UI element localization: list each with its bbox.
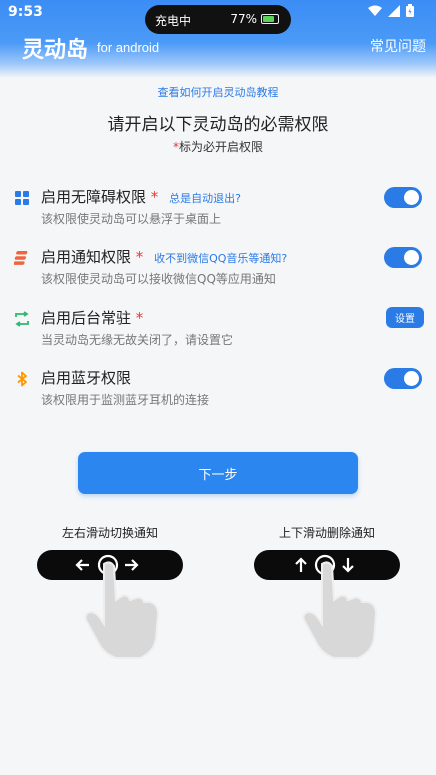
wifi-icon bbox=[368, 5, 382, 16]
permission-title-text: 启用蓝牙权限 bbox=[41, 369, 132, 387]
notification-toggle[interactable] bbox=[384, 247, 422, 268]
permission-notification: 启用通知权限 * 收不到微信QQ音乐等通知? 该权限使灵动岛可以接收微信QQ等应… bbox=[0, 246, 436, 296]
faq-link[interactable]: 常见问题 bbox=[370, 36, 426, 56]
app-subtitle: for android bbox=[97, 40, 160, 55]
page-title: 请开启以下灵动岛的必需权限 bbox=[107, 115, 329, 135]
battery-status-icon bbox=[406, 4, 414, 17]
gesture-label-vertical: 上下滑动删除通知 bbox=[278, 526, 375, 540]
grid-icon bbox=[15, 191, 29, 205]
accessibility-toggle[interactable] bbox=[384, 187, 422, 208]
stack-icon bbox=[14, 251, 28, 265]
toggle-knob bbox=[404, 371, 419, 386]
permission-bluetooth: 启用蓝牙权限 该权限用于监测蓝牙耳机的连接 bbox=[0, 367, 436, 417]
required-star: * bbox=[135, 309, 144, 327]
permission-background: 启用后台常驻 * 当灵动岛无缘无故关闭了，请设置它 设置 bbox=[0, 307, 436, 357]
dynamic-island[interactable]: 充电中 77% bbox=[145, 5, 291, 34]
battery-icon bbox=[261, 14, 279, 24]
permission-title: 启用无障碍权限 * 总是自动退出? bbox=[41, 186, 241, 207]
permission-title-text: 启用通知权限 bbox=[41, 248, 132, 266]
settings-button[interactable]: 设置 bbox=[386, 307, 424, 328]
permission-title-text: 启用无障碍权限 bbox=[41, 188, 147, 206]
permission-title: 启用通知权限 * 收不到微信QQ音乐等通知? bbox=[41, 246, 287, 267]
status-time: 9:53 bbox=[8, 4, 43, 20]
refresh-icon bbox=[15, 311, 29, 327]
hand-pointer-icon bbox=[302, 561, 378, 659]
required-star: * bbox=[150, 188, 159, 206]
permission-desc: 该权限使灵动岛可以接收微信QQ等应用通知 bbox=[41, 272, 276, 286]
bluetooth-icon bbox=[17, 371, 27, 387]
bluetooth-toggle[interactable] bbox=[384, 368, 422, 389]
permission-accessibility: 启用无障碍权限 * 总是自动退出? 该权限使灵动岛可以悬浮于桌面上 bbox=[0, 186, 436, 236]
battery-percent: 77% bbox=[230, 12, 257, 26]
required-note-text: 标为必开启权限 bbox=[178, 140, 263, 154]
battery-indicator: 77% bbox=[230, 12, 279, 26]
permission-title: 启用后台常驻 * bbox=[41, 307, 143, 328]
toggle-knob bbox=[404, 250, 419, 265]
permission-desc: 该权限用于监测蓝牙耳机的连接 bbox=[41, 393, 210, 407]
status-icons bbox=[368, 4, 414, 17]
permission-title: 启用蓝牙权限 bbox=[41, 367, 131, 388]
hand-pointer-icon bbox=[84, 561, 160, 659]
permission-title-text: 启用后台常驻 bbox=[41, 309, 132, 327]
signal-icon bbox=[388, 4, 400, 17]
next-button[interactable]: 下一步 bbox=[78, 452, 358, 494]
required-star: * bbox=[135, 248, 144, 266]
tutorial-link[interactable]: 查看如何开启灵动岛教程 bbox=[0, 84, 436, 100]
charging-label: 充电中 bbox=[155, 14, 192, 28]
battery-fill bbox=[263, 16, 274, 22]
help-link[interactable]: 收不到微信QQ音乐等通知? bbox=[154, 252, 287, 265]
gesture-label-horizontal: 左右滑动切换通知 bbox=[61, 526, 158, 540]
help-link[interactable]: 总是自动退出? bbox=[169, 192, 241, 205]
permission-desc: 该权限使灵动岛可以悬浮于桌面上 bbox=[41, 212, 222, 226]
permission-desc: 当灵动岛无缘无故关闭了，请设置它 bbox=[41, 333, 234, 347]
required-note: *标为必开启权限 bbox=[0, 138, 436, 155]
app-title: 灵动岛 bbox=[22, 38, 89, 63]
toggle-knob bbox=[404, 190, 419, 205]
